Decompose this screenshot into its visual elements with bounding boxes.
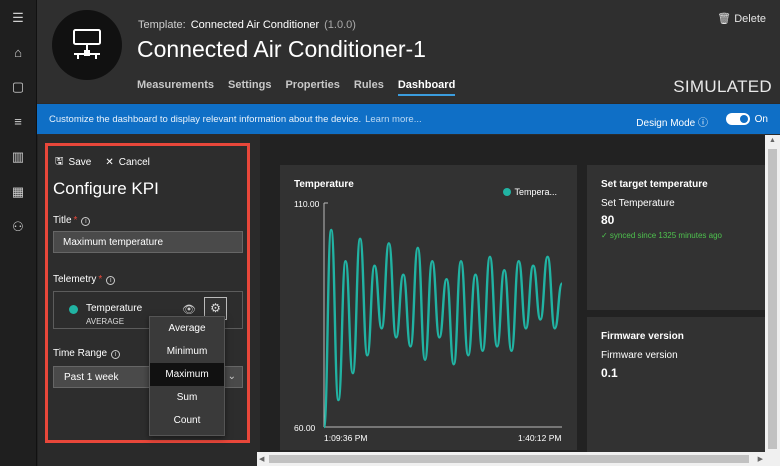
learn-more-link[interactable]: Learn more... xyxy=(365,114,422,125)
setting-label: Set Temperature xyxy=(601,198,675,209)
trash-icon: 🗑 xyxy=(717,13,732,25)
telemetry-aggregate: AVERAGE xyxy=(86,317,125,326)
panel-title: Configure KPI xyxy=(53,179,159,198)
left-nav-rail: ☰ ⌂ ▢ ≡ ▥ ▦ ⚇ xyxy=(0,0,37,466)
toggle-state: On xyxy=(754,114,768,125)
template-name[interactable]: Connected Air Conditioner xyxy=(191,19,319,31)
tab-settings[interactable]: Settings xyxy=(228,79,271,96)
delete-button[interactable]: 🗑 Delete xyxy=(717,12,766,25)
close-icon: ✕ xyxy=(105,157,114,168)
y-tick-top: 110.00 xyxy=(294,199,320,209)
page-title: Connected Air Conditioner-1 xyxy=(137,36,426,62)
temperature-line-chart: 110.00 60.00 1:09:36 PM 1:40:12 PM xyxy=(294,199,564,443)
home-icon[interactable]: ⌂ xyxy=(9,44,27,62)
banner-text: Customize the dashboard to display relev… xyxy=(49,114,422,125)
template-version: (1.0.0) xyxy=(324,19,356,31)
option-count[interactable]: Count xyxy=(150,409,224,432)
setting-value: 80 xyxy=(601,213,615,227)
template-info: Template: Connected Air Conditioner (1.0.0… xyxy=(138,19,356,31)
target-temperature-card[interactable]: Set target temperature Set Temperature 8… xyxy=(587,165,765,310)
option-average[interactable]: Average xyxy=(150,317,224,340)
tab-dashboard[interactable]: Dashboard xyxy=(397,79,456,96)
horizontal-scrollbar[interactable]: ◀ ▶ xyxy=(257,452,765,466)
save-icon: 🖫 xyxy=(55,156,64,167)
device-tabs: Measurements Settings Properties Rules D… xyxy=(137,79,469,96)
device-avatar xyxy=(52,10,122,80)
series-color-dot xyxy=(69,305,78,314)
option-sum[interactable]: Sum xyxy=(150,386,224,409)
scroll-thumb[interactable] xyxy=(269,455,749,463)
toggle-knob xyxy=(740,115,748,123)
network-device-icon xyxy=(73,29,101,59)
telemetry-name: Temperature xyxy=(86,303,143,314)
title-label: Title * i xyxy=(53,215,91,226)
option-maximum[interactable]: Maximum xyxy=(150,363,224,386)
scroll-right-icon[interactable]: ▶ xyxy=(758,455,763,463)
scroll-thumb[interactable] xyxy=(768,149,777,449)
card-title: Set target temperature xyxy=(601,179,708,190)
y-tick-bottom: 60.00 xyxy=(294,423,316,433)
option-minimum[interactable]: Minimum xyxy=(150,340,224,363)
save-button[interactable]: 🖫 Save xyxy=(55,154,91,171)
devices-icon[interactable]: ▢ xyxy=(9,78,27,96)
tab-properties[interactable]: Properties xyxy=(285,79,339,96)
list-icon[interactable]: ≡ xyxy=(9,113,27,131)
design-mode-label: Design Mode ⓘ xyxy=(636,118,708,129)
tab-measurements[interactable]: Measurements xyxy=(137,79,214,96)
design-mode-banner: Customize the dashboard to display relev… xyxy=(37,104,780,134)
panel-actions: 🖫 Save ✕ Cancel xyxy=(55,154,150,171)
device-header: Template: Connected Air Conditioner (1.0.0… xyxy=(37,0,780,103)
scroll-left-icon[interactable]: ◀ xyxy=(259,455,264,463)
menu-icon[interactable]: ☰ xyxy=(9,9,27,27)
design-mode-toggle[interactable] xyxy=(726,113,750,125)
vertical-scrollbar[interactable]: ▲ xyxy=(765,135,780,452)
title-field[interactable]: Maximum temperature xyxy=(53,231,243,253)
sync-status: ✓ synced since 1325 minutes ago xyxy=(601,231,722,240)
template-label: Template: xyxy=(138,19,186,31)
property-label: Firmware version xyxy=(601,350,678,361)
info-icon[interactable]: i xyxy=(111,350,121,359)
dashboard-grid-icon[interactable]: ▦ xyxy=(9,183,27,201)
analytics-icon[interactable]: ▥ xyxy=(9,148,27,166)
chevron-down-icon: ⌄ xyxy=(227,371,236,382)
card-title: Firmware version xyxy=(601,331,684,342)
temperature-chart-card[interactable]: Temperature Tempera... 110.00 60.00 1:09… xyxy=(280,165,577,450)
tab-rules[interactable]: Rules xyxy=(354,79,384,96)
x-tick-end: 1:40:12 PM xyxy=(518,433,561,443)
scroll-corner xyxy=(765,452,780,466)
aggregation-dropdown: Average Minimum Maximum Sum Count xyxy=(149,316,225,436)
temperature-series-line xyxy=(322,228,564,429)
info-icon[interactable]: i xyxy=(81,217,91,226)
property-value: 0.1 xyxy=(601,366,618,380)
telemetry-label: Telemetry * i xyxy=(53,274,116,285)
banner-message: Customize the dashboard to display relev… xyxy=(49,114,362,125)
time-range-label: Time Range i xyxy=(53,348,121,359)
user-settings-icon[interactable]: ⚇ xyxy=(9,218,27,236)
simulated-status: SIMULATED xyxy=(673,77,772,96)
info-icon[interactable]: i xyxy=(106,276,116,285)
info-icon[interactable]: ⓘ xyxy=(698,118,708,129)
delete-label: Delete xyxy=(734,13,766,25)
x-tick-start: 1:09:36 PM xyxy=(324,433,367,443)
eye-icon[interactable]: 👁 xyxy=(182,303,196,316)
firmware-version-card[interactable]: Firmware version Firmware version 0.1 xyxy=(587,317,765,452)
scroll-up-icon[interactable]: ▲ xyxy=(769,137,776,144)
cancel-button[interactable]: ✕ Cancel xyxy=(105,154,150,171)
